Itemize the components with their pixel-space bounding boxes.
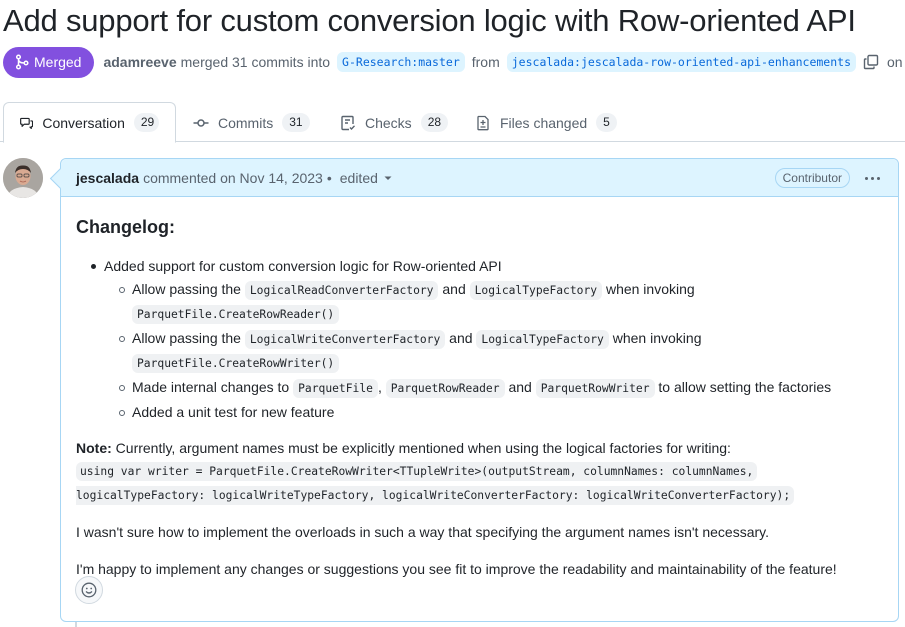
note-text: Currently, argument names must be explic…: [115, 440, 731, 456]
text: Added a unit test for new feature: [132, 404, 335, 420]
inline-code: ParquetFile.CreateRowReader(): [132, 305, 340, 324]
pr-title: Add support for custom conversion logic …: [3, 3, 856, 38]
code-snippet-line-2: logicalTypeFactory: logicalWriteTypeFact…: [76, 486, 795, 505]
inline-code: ParquetRowWriter: [535, 379, 655, 398]
kebab-horizontal-icon[interactable]: [865, 169, 880, 187]
inline-code: LogicalTypeFactory: [469, 281, 603, 300]
tab-counter: 5: [596, 113, 617, 132]
text: Allow passing the: [132, 330, 241, 346]
comment-discussion-icon: [20, 117, 34, 129]
comment-paragraph: I'm happy to implement any changes or su…: [76, 561, 837, 577]
text: to allow setting the factories: [658, 379, 832, 395]
merge-date: on No: [887, 54, 905, 70]
separator-dot: •: [326, 169, 332, 186]
inline-code: LogicalWriteConverterFactory: [244, 330, 446, 349]
tab-label: Files changed: [500, 114, 588, 131]
code-snippet-line-1: using var writer = ParquetFile.CreateRow…: [76, 462, 758, 481]
tab-checks[interactable]: Checks 28: [340, 102, 449, 143]
git-commit-icon: [193, 118, 209, 127]
checklist-icon: [341, 115, 356, 130]
tab-files-changed[interactable]: Files changed 5: [475, 102, 617, 143]
comment-body: Changelog: Added support for custom conv…: [61, 197, 898, 580]
changelog-heading: Changelog:: [76, 217, 175, 237]
tab-counter: 29: [133, 113, 159, 132]
author-avatar[interactable]: [3, 158, 43, 198]
comment-paragraph: I wasn't sure how to implement the overl…: [76, 524, 769, 540]
tab-label: Commits: [218, 114, 274, 131]
text: Made internal changes to: [132, 379, 290, 395]
sub-list: Allow passing the LogicalReadConverterFa…: [104, 278, 883, 423]
edited-label: edited: [339, 169, 378, 186]
merged-by-link[interactable]: adamreeve: [103, 54, 176, 70]
tab-counter: 28: [420, 113, 449, 132]
git-merge-icon: [15, 54, 29, 70]
inline-code: LogicalReadConverterFactory: [244, 281, 439, 300]
comment-card: jescalada commented on Nov 14, 2023 • ed…: [60, 158, 899, 622]
head-branch[interactable]: jescalada:jescalada-row-oriented-api-enh…: [506, 52, 857, 72]
comment-header: jescalada commented on Nov 14, 2023 • ed…: [61, 159, 898, 197]
triangle-down-icon: [384, 176, 392, 180]
text: and: [449, 330, 473, 346]
text: ,: [377, 379, 382, 395]
merged-text: merged 31 commits into: [180, 54, 331, 70]
inline-code: ParquetFile.CreateRowWriter(): [132, 354, 340, 373]
list-item: Added a unit test for new feature: [119, 401, 883, 423]
state-label: Merged: [34, 54, 82, 70]
copy-icon[interactable]: [863, 54, 879, 70]
list-item: Made internal changes to ParquetFile, Pa…: [119, 376, 883, 400]
inline-code: ParquetRowReader: [385, 379, 505, 398]
text: and: [508, 379, 532, 395]
tab-counter: 31: [282, 113, 310, 132]
base-branch[interactable]: G-Research:master: [337, 52, 465, 72]
tab-label: Conversation: [42, 114, 125, 131]
tab-conversation[interactable]: Conversation 29: [3, 102, 176, 143]
edited-dropdown[interactable]: edited: [340, 170, 392, 186]
pr-tabs: Conversation 29 Commits 31 Checks 28 Fil…: [0, 102, 905, 143]
from-text: from: [471, 54, 500, 70]
list-item: Allow passing the LogicalReadConverterFa…: [119, 278, 883, 326]
text: when invoking: [612, 330, 702, 346]
text: Allow passing the: [132, 281, 241, 297]
tab-commits[interactable]: Commits 31: [193, 102, 310, 143]
comment-author-link[interactable]: jescalada: [76, 170, 139, 186]
list-item: Allow passing the LogicalWriteConverterF…: [119, 327, 883, 375]
merged-state-badge: Merged: [3, 46, 95, 78]
comment-timestamp[interactable]: commented on Nov 14, 2023: [143, 170, 323, 186]
add-reaction-button[interactable]: [75, 576, 103, 604]
note-label: Note:: [76, 440, 112, 456]
pr-meta: Merged adamreeve merged 31 commits into …: [3, 46, 905, 78]
inline-code: LogicalTypeFactory: [476, 330, 609, 349]
timeline-line: [75, 622, 77, 627]
changelog-list: Added support for custom conversion logi…: [76, 255, 883, 423]
inline-code: ParquetFile: [293, 379, 378, 398]
tab-label: Checks: [365, 114, 412, 131]
list-item: Added support for custom conversion logi…: [89, 255, 883, 423]
text: and: [442, 281, 466, 297]
file-diff-icon: [477, 115, 489, 130]
list-item-text: Added support for custom conversion logi…: [104, 258, 502, 274]
contributor-badge: Contributor: [774, 168, 850, 188]
smiley-icon: [81, 582, 97, 598]
note-paragraph: Note: Currently, argument names must be …: [76, 437, 883, 507]
text: when invoking: [605, 281, 695, 297]
